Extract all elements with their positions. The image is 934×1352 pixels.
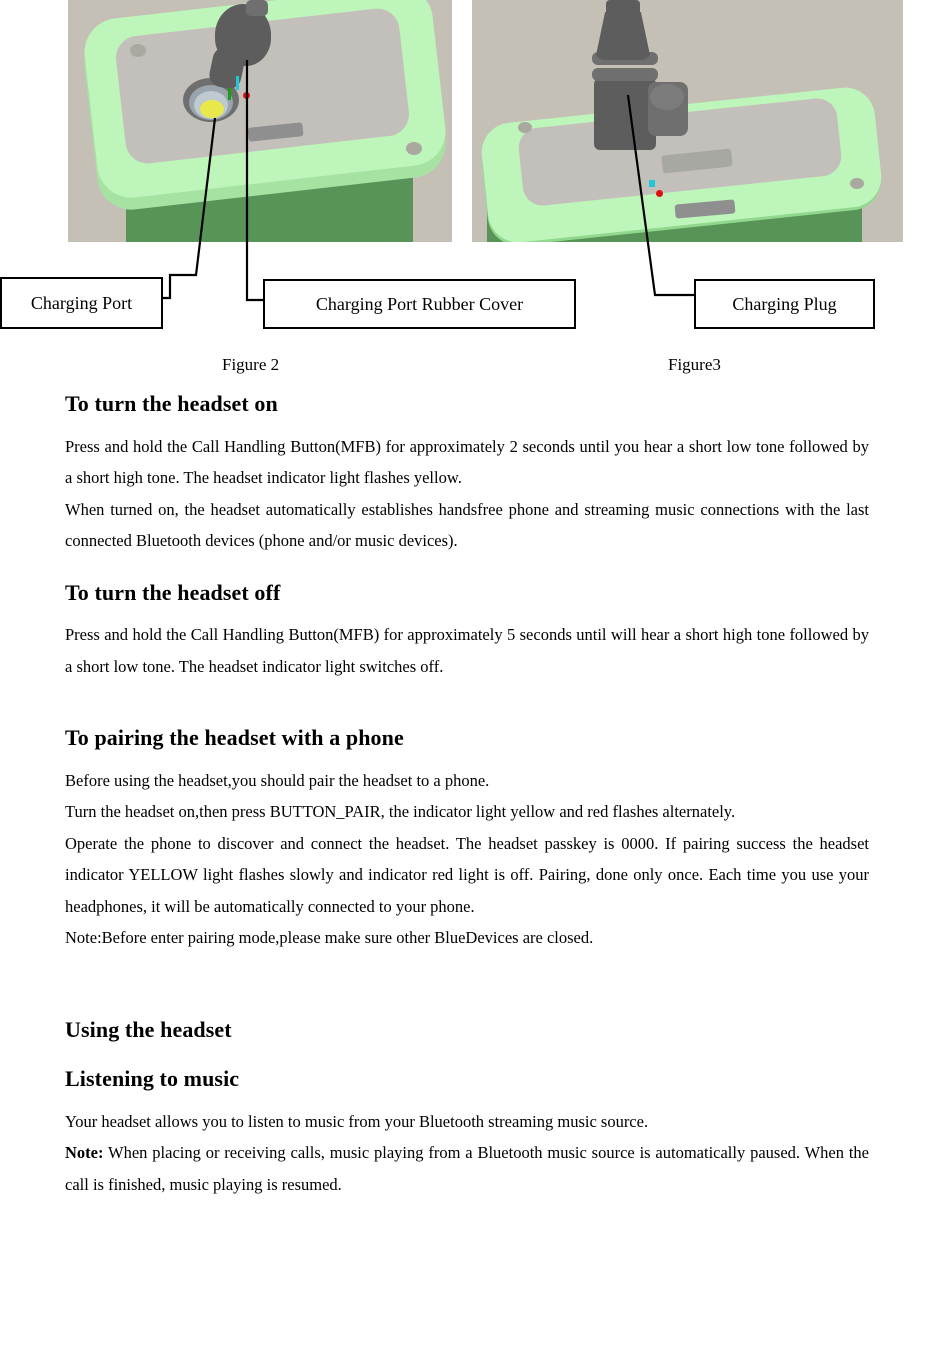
axis-marker-z bbox=[236, 76, 239, 90]
charging-plug-cable bbox=[606, 0, 640, 20]
note-label: Note: bbox=[65, 1143, 104, 1162]
paragraph-pairing-note: Note:Before enter pairing mode,please ma… bbox=[65, 928, 594, 947]
paragraph-listening-1: Your headset allows you to listen to mus… bbox=[65, 1111, 649, 1131]
figure-2-image bbox=[68, 0, 452, 242]
paragraph-turn-on-1: Press and hold the Call Handling Button(… bbox=[65, 436, 869, 488]
charging-plug-grip-ring-2 bbox=[592, 68, 658, 81]
label-text-charging-port: Charging Port bbox=[30, 293, 133, 313]
axis-marker-x bbox=[656, 190, 663, 197]
paragraph-pairing-1: Before using the headset,you should pair… bbox=[65, 770, 490, 790]
charging-port-contact bbox=[200, 100, 224, 118]
rubber-cover-tab bbox=[246, 0, 268, 16]
heading-pairing: To pairing the headset with a phone bbox=[65, 725, 404, 750]
paragraph-listening-note: Note: When placing or receiving calls, m… bbox=[65, 1137, 869, 1200]
mounting-hole-right bbox=[850, 178, 864, 189]
figure-3-caption: Figure3 bbox=[668, 355, 721, 374]
axis-marker-y bbox=[228, 88, 231, 100]
heading-turn-off: To turn the headset off bbox=[65, 579, 281, 605]
document-body: To turn the headset on Press and hold th… bbox=[0, 390, 934, 1200]
figure-2-caption: Figure 2 bbox=[222, 355, 280, 374]
paragraph-turn-off-1: Press and hold the Call Handling Button(… bbox=[65, 625, 869, 676]
paragraph-turn-on-2: When turned on, the headset automaticall… bbox=[65, 499, 869, 551]
heading-turn-on: To turn the headset on bbox=[65, 391, 278, 416]
mounting-hole-left bbox=[518, 122, 532, 133]
heading-using-the-headset: Using the headset bbox=[65, 1016, 232, 1042]
mounting-hole-left bbox=[130, 44, 146, 57]
charging-plug-base bbox=[594, 78, 656, 150]
charging-plug-collar-top bbox=[650, 84, 684, 110]
paragraph-pairing-2: Turn the headset on,then press BUTTON_PA… bbox=[65, 802, 736, 821]
mounting-hole-right bbox=[406, 142, 422, 155]
note-text: When placing or receiving calls, music p… bbox=[65, 1143, 869, 1194]
paragraph-pairing-3: Operate the phone to discover and connec… bbox=[65, 833, 869, 916]
label-box-charging-plug: Charging Plug bbox=[694, 279, 875, 329]
label-box-charging-port: Charging Port bbox=[0, 277, 163, 329]
label-text-charging-plug: Charging Plug bbox=[732, 294, 837, 314]
label-box-charging-port-rubber-cover: Charging Port Rubber Cover bbox=[263, 279, 576, 329]
axis-marker-z bbox=[649, 180, 655, 187]
figure-area: Charging Port Charging Port Rubber Cover… bbox=[0, 0, 934, 390]
label-text-charging-port-rubber-cover: Charging Port Rubber Cover bbox=[315, 294, 524, 314]
figure-3-image bbox=[472, 0, 903, 242]
axis-marker-x bbox=[243, 92, 250, 99]
heading-listening-to-music: Listening to music bbox=[65, 1066, 240, 1091]
